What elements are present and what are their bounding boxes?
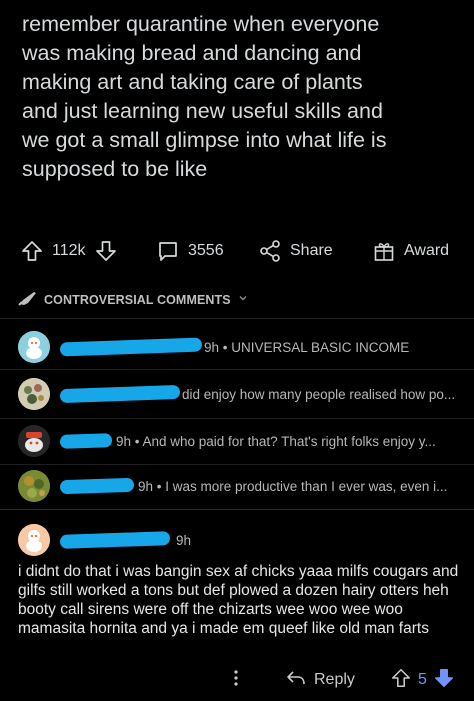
more-options-button[interactable] xyxy=(232,668,240,692)
redacted-username xyxy=(59,433,113,449)
comment-bubble-icon xyxy=(156,239,180,263)
downvote-icon[interactable] xyxy=(94,239,118,263)
share-label: Share xyxy=(290,242,333,259)
comment-age: 9h xyxy=(176,532,192,548)
more-vertical-icon xyxy=(232,668,240,693)
rocket-sort-icon xyxy=(18,290,38,309)
gift-award-icon xyxy=(372,239,396,263)
chevron-down-icon xyxy=(237,292,249,307)
comment-meta: did enjoy how many people realised how p… xyxy=(59,378,456,410)
comment-meta-text: 9h • And who paid for that? That's right… xyxy=(116,433,436,449)
upvote-icon[interactable] xyxy=(20,239,44,263)
avatar xyxy=(18,331,50,363)
vote-group: 112k xyxy=(20,236,118,266)
comment-body-text: i didnt do that i was bangin sex af chic… xyxy=(18,563,459,637)
sort-label: CONTROVERSIAL COMMENTS xyxy=(44,292,231,307)
upvote-icon[interactable] xyxy=(390,667,412,694)
comment-meta-text: 9h • I was more productive than I ever w… xyxy=(138,478,448,494)
collapsed-comment[interactable]: did enjoy how many people realised how p… xyxy=(0,378,474,422)
reply-button[interactable]: Reply xyxy=(286,668,355,692)
avatar xyxy=(18,524,50,556)
award-label: Award xyxy=(404,242,450,259)
post-body-text: remember quarantine when everyone was ma… xyxy=(22,12,387,181)
award-button[interactable]: Award xyxy=(372,236,449,266)
divider xyxy=(0,369,474,370)
downvote-icon[interactable] xyxy=(433,667,455,694)
post-action-bar: 112k 3556 Share Award xyxy=(0,236,474,266)
redacted-username xyxy=(59,384,181,404)
avatar xyxy=(18,425,50,457)
comment-meta: 9h • And who paid for that? That's right… xyxy=(59,425,436,457)
comment-meta-text: 9h • UNIVERSAL BASIC INCOME xyxy=(204,339,410,355)
comment-meta: 9h • UNIVERSAL BASIC INCOME xyxy=(59,331,410,363)
section-divider xyxy=(0,509,474,510)
comment-count: 3556 xyxy=(188,242,224,259)
reply-label: Reply xyxy=(314,671,355,688)
share-button[interactable]: Share xyxy=(258,236,333,266)
avatar xyxy=(18,378,50,410)
comment-score: 5 xyxy=(418,671,427,688)
redacted-username xyxy=(59,337,203,357)
divider xyxy=(0,418,474,419)
comment-sort-selector[interactable]: CONTROVERSIAL COMMENTS xyxy=(18,290,249,309)
collapsed-comment[interactable]: 9h • I was more productive than I ever w… xyxy=(0,470,474,514)
reply-arrow-icon xyxy=(286,669,306,692)
comment-meta-text: did enjoy how many people realised how p… xyxy=(182,386,456,402)
divider xyxy=(0,464,474,465)
comment-vote-group: 5 xyxy=(390,668,455,692)
collapsed-comment[interactable]: 9h • And who paid for that? That's right… xyxy=(0,425,474,469)
avatar xyxy=(18,470,50,502)
redacted-username xyxy=(59,477,135,495)
redacted-username xyxy=(59,531,171,549)
comment-meta: 9h xyxy=(59,524,192,556)
share-icon xyxy=(258,239,282,263)
comment-action-bar: Reply 5 xyxy=(0,668,474,692)
comment-meta: 9h • I was more productive than I ever w… xyxy=(59,470,448,502)
comments-button[interactable]: 3556 xyxy=(156,236,224,266)
upvote-count: 112k xyxy=(52,242,86,259)
divider xyxy=(0,318,474,319)
